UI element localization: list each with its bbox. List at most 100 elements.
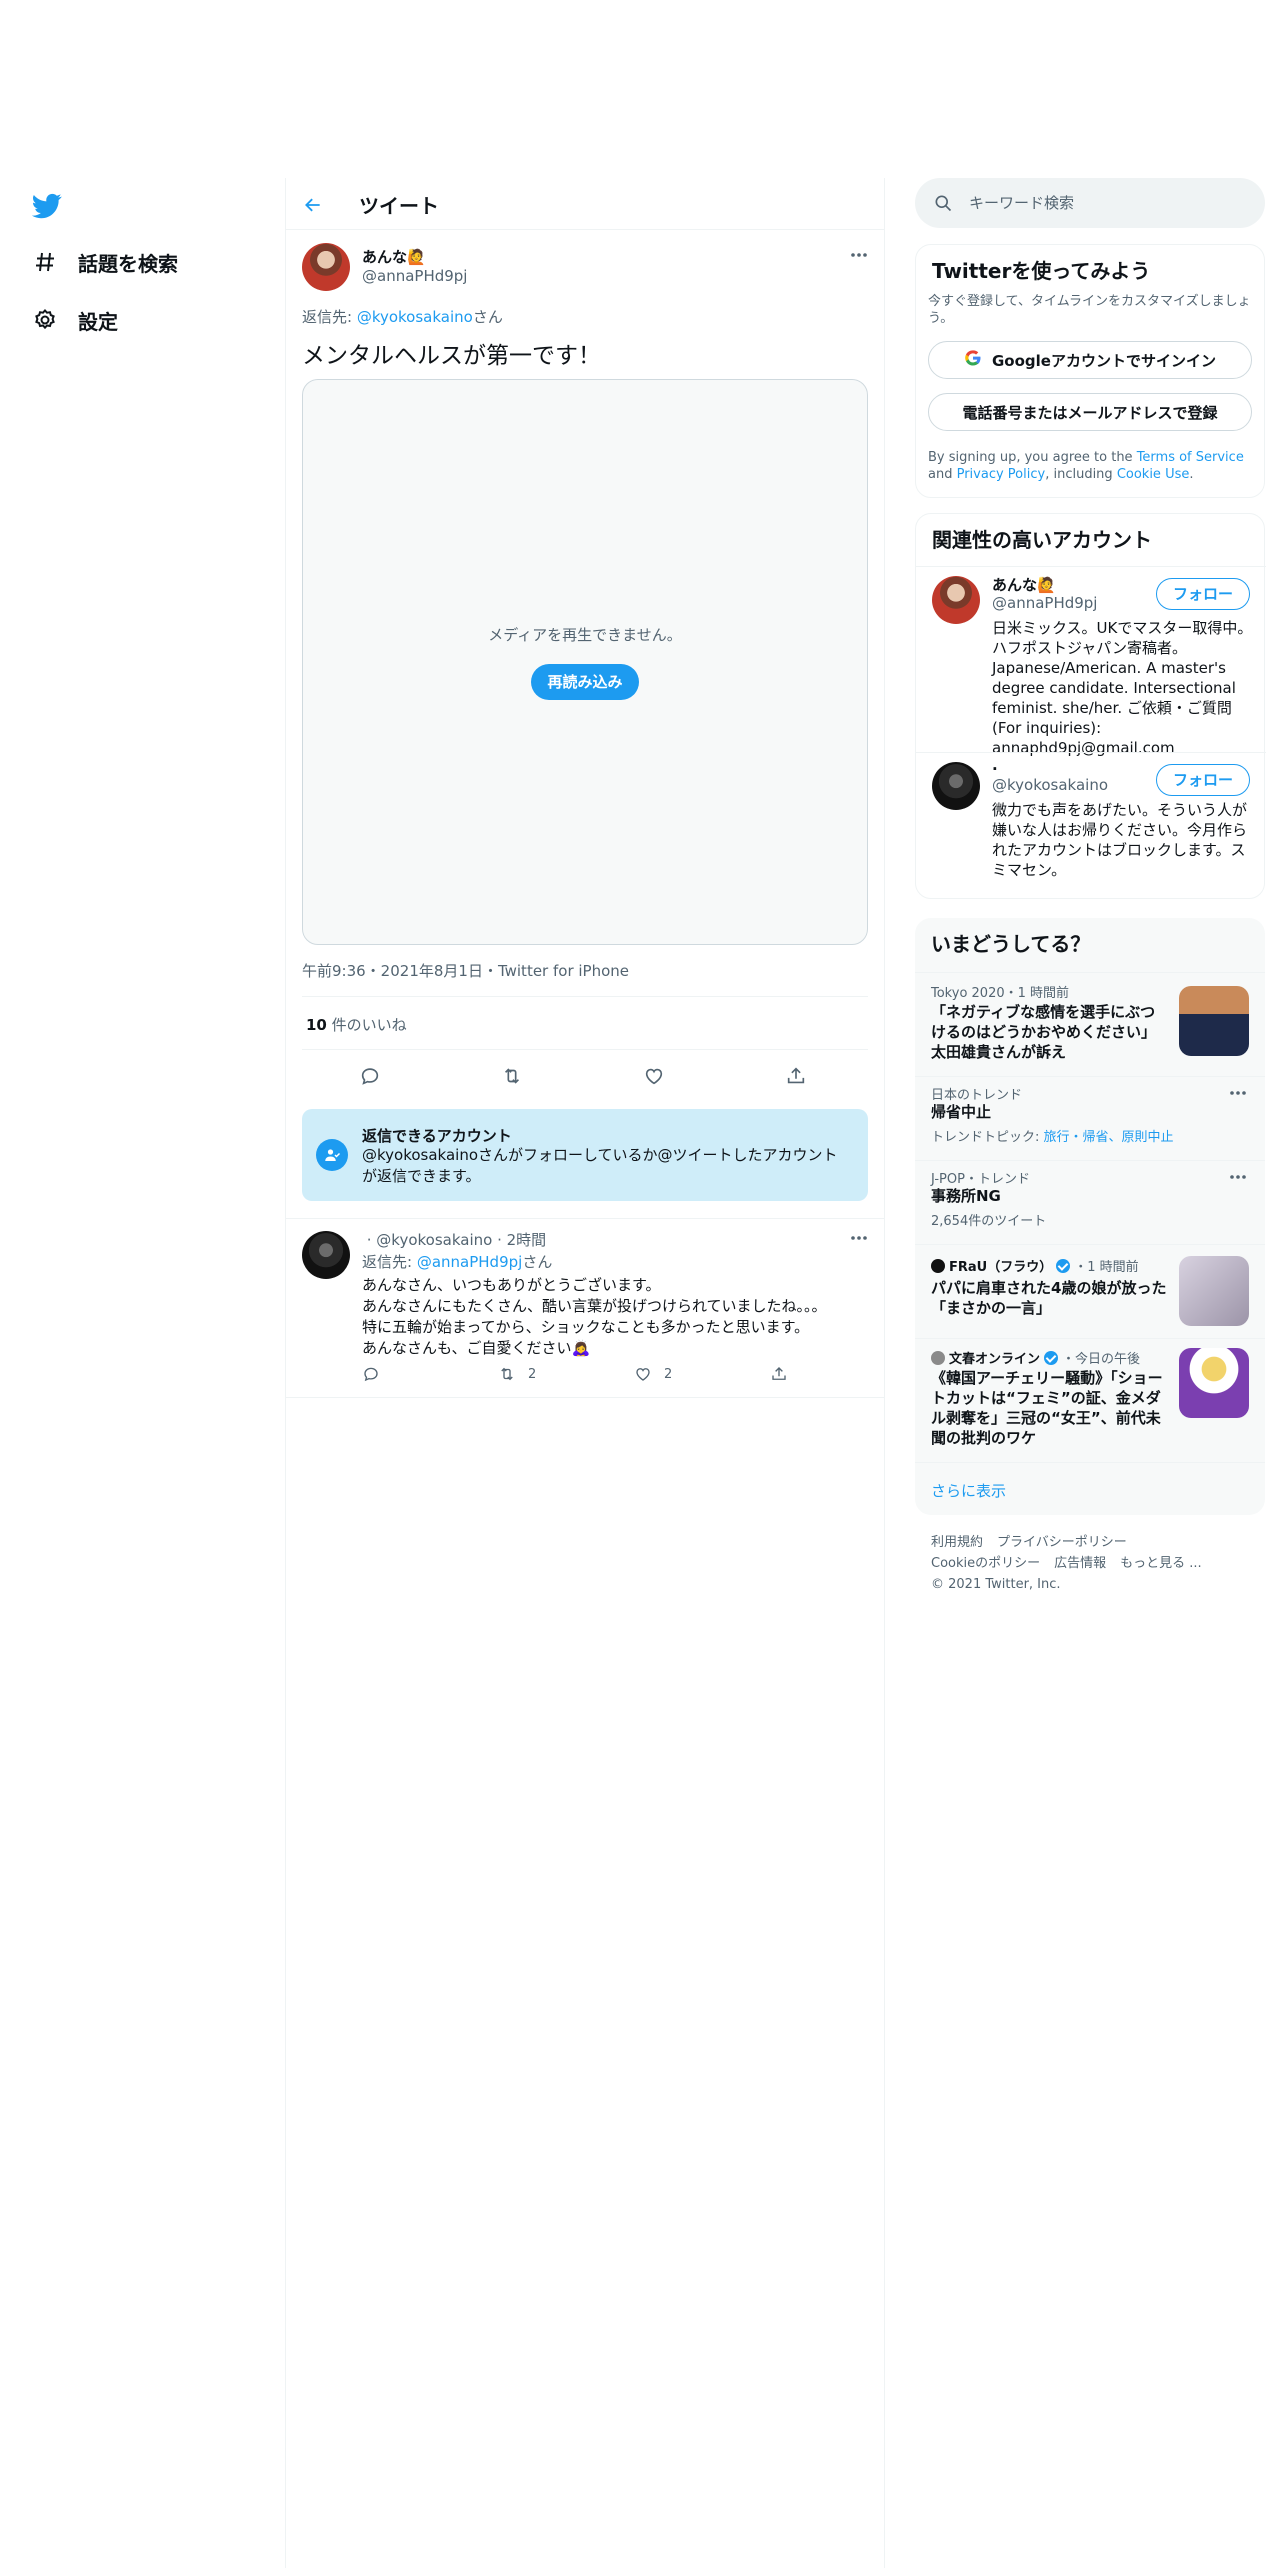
reply-to-link[interactable]: @kyokosakaino: [357, 308, 473, 326]
search-input[interactable]: [969, 178, 1249, 228]
trend-thumbnail: [1179, 986, 1249, 1056]
google-signin-button[interactable]: Googleアカウントでサインイン: [928, 341, 1252, 379]
share-icon[interactable]: [784, 1064, 808, 1088]
footer-link[interactable]: プライバシーポリシー: [997, 1535, 1127, 1550]
more-icon[interactable]: [1227, 1082, 1249, 1104]
like-icon[interactable]: [642, 1064, 666, 1088]
copyright: © 2021 Twitter, Inc.: [931, 1577, 1061, 1592]
footer-link[interactable]: 広告情報: [1054, 1556, 1106, 1571]
trend-title: パパに肩車された4歳の娘が放った「まさかの一言」: [931, 1279, 1167, 1317]
terms-link[interactable]: Terms of Service: [1137, 450, 1244, 465]
trend-title: 帰省中止: [931, 1103, 992, 1121]
trend-topic: トレンドトピック: 旅行・帰省、原則中止: [931, 1126, 1174, 1145]
tweet-author[interactable]: あんな🙋 @annaPHd9pj: [362, 246, 467, 285]
reply-icon[interactable]: [362, 1365, 392, 1383]
reload-button[interactable]: 再読み込み: [531, 664, 639, 700]
legal-part: By signing up, you agree to the: [928, 450, 1137, 465]
trend-meta: Tokyo 2020・1 時間前: [931, 986, 1070, 1001]
account-handle: @annaPHd9pj: [992, 594, 1098, 612]
reply-to-suffix: さん: [472, 308, 503, 326]
trend-item[interactable]: FRaU（フラウ） ・1 時間前 パパに肩車された4歳の娘が放った「まさかの一言」: [915, 1244, 1265, 1338]
trends-card: いまどうしてる？ Tokyo 2020・1 時間前 「ネガティブな感情を選手にぶ…: [915, 918, 1265, 1515]
reply-line: あんなさんも、ご自愛ください🙇‍♀️: [362, 1339, 591, 1357]
tweet-text: メンタルヘルスが第一です！: [302, 343, 601, 369]
trend-meta: 日本のトレンド: [931, 1088, 1023, 1103]
tweet-actions: [302, 1058, 868, 1094]
trend-count: 2,654件のツイート: [931, 1214, 1047, 1229]
gear-icon: [32, 307, 58, 333]
reply-actions: 2 2: [362, 1365, 802, 1389]
avatar[interactable]: [302, 1231, 350, 1279]
trend-item[interactable]: 文春オンライン ・今日の午後 《韓国アーチェリー騒動》「ショートカットは“フェミ”…: [915, 1338, 1265, 1462]
nav-explore[interactable]: 話題を検索: [32, 242, 178, 282]
card-title: Twitterを使ってみよう: [932, 259, 1151, 283]
footer-link[interactable]: 利用規約: [931, 1535, 983, 1550]
account-item[interactable]: あんな🙋 @annaPHd9pj フォロー 日米ミックス。UKでマスター取得中。…: [916, 566, 1266, 757]
reply-to-link[interactable]: @annaPHd9pj: [417, 1253, 522, 1271]
nav-settings[interactable]: 設定: [32, 300, 118, 340]
trend-topic-links[interactable]: 旅行・帰省、原則中止: [1044, 1130, 1174, 1145]
share-icon[interactable]: [770, 1365, 800, 1383]
reply-to-suffix: さん: [522, 1253, 553, 1271]
footer-link[interactable]: Cookieのポリシー: [931, 1556, 1040, 1571]
account-name: あんな🙋: [992, 576, 1056, 594]
likes-number: 10: [306, 1016, 327, 1034]
reply-icon[interactable]: [358, 1064, 382, 1088]
phone-email-signup-button[interactable]: 電話番号またはメールアドレスで登録: [928, 393, 1252, 431]
main-header: ツイート: [286, 178, 884, 230]
search-icon: [933, 193, 953, 217]
divider: [302, 1049, 868, 1050]
trend-item[interactable]: J-POP・トレンド 事務所NG 2,654件のツイート: [915, 1160, 1265, 1244]
avatar[interactable]: [932, 576, 980, 624]
trend-item[interactable]: 日本のトレンド 帰省中止 トレンドトピック: 旅行・帰省、原則中止: [915, 1076, 1265, 1160]
tweet-meta: 午前9:36・2021年8月1日・Twitter for iPhone: [302, 962, 630, 980]
signup-card: Twitterを使ってみよう 今すぐ登録して、タイムラインをカスタマイズしましょ…: [915, 244, 1265, 498]
card-title: いまどうしてる？: [931, 932, 1091, 956]
trend-thumbnail: [1179, 1348, 1249, 1418]
footer-link[interactable]: もっと見る ...: [1120, 1556, 1202, 1571]
footer: 利用規約 プライバシーポリシー Cookieのポリシー 広告情報 もっと見る ... …: [931, 1532, 1216, 1595]
page-title: ツイート: [359, 194, 439, 218]
privacy-link[interactable]: Privacy Policy: [957, 467, 1046, 482]
trend-thumbnail: [1179, 1256, 1249, 1326]
legal-part: and: [928, 467, 957, 482]
more-icon[interactable]: [848, 1227, 870, 1249]
trend-item[interactable]: Tokyo 2020・1 時間前 「ネガティブな感情を選手にぶつけるのはどうかお…: [915, 972, 1265, 1076]
retweet-icon[interactable]: [500, 1064, 524, 1088]
like-button[interactable]: 2: [634, 1365, 672, 1383]
reply-tweet[interactable]: ​ · @kyokosakaino · 2時間 返信先: @annaPHd9pj…: [286, 1218, 884, 1398]
likes-count[interactable]: 10 件のいいね: [306, 1014, 407, 1035]
follow-button[interactable]: フォロー: [1156, 764, 1250, 796]
reply-line: あんなさんにもたくさん、酷い言葉が投げつけられていましたね。。。: [362, 1297, 827, 1315]
cookie-link[interactable]: Cookie Use: [1117, 467, 1190, 482]
verified-icon: [1044, 1350, 1059, 1365]
trend-time: ・今日の午後: [1062, 1352, 1141, 1367]
show-more-link[interactable]: さらに表示: [931, 1480, 1006, 1501]
trend-title: 《韓国アーチェリー騒動》「ショートカットは“フェミ”の証、金メダル剥奪を」三冠の…: [931, 1369, 1163, 1447]
google-signin-label: Googleアカウントでサインイン: [992, 351, 1216, 370]
reply-text: あんなさん、いつもありがとうございます。 あんなさんにもたくさん、酷い言葉が投げ…: [362, 1275, 827, 1359]
avatar[interactable]: [302, 243, 350, 291]
more-icon[interactable]: [1227, 1166, 1249, 1188]
nav-settings-label: 設定: [78, 309, 118, 334]
reply-to-prefix: 返信先:: [302, 308, 357, 326]
user-check-icon: [316, 1139, 348, 1171]
media-error-message: メディアを再生できません。: [488, 626, 682, 644]
nav-explore-label: 話題を検索: [78, 251, 178, 276]
like-icon: [636, 1368, 650, 1381]
account-name: .: [992, 756, 998, 774]
retweet-button[interactable]: 2: [498, 1365, 536, 1383]
trend-meta: J-POP・トレンド: [931, 1172, 1030, 1187]
account-item[interactable]: . @kyokosakaino フォロー 微力でも声をあげたい。そういう人が嫌い…: [916, 752, 1266, 900]
card-title: 関連性の高いアカウント: [932, 528, 1152, 552]
follow-button[interactable]: フォロー: [1156, 578, 1250, 610]
twitter-bird-icon[interactable]: [31, 190, 62, 220]
google-icon: [964, 349, 982, 371]
avatar[interactable]: [932, 762, 980, 810]
more-icon[interactable]: [848, 244, 870, 266]
author-name: あんな🙋: [362, 248, 426, 266]
trend-source: 文春オンライン: [949, 1352, 1041, 1367]
trend-topic-prefix: トレンドトピック:: [931, 1130, 1044, 1145]
like-count: 2: [664, 1366, 673, 1382]
back-arrow-icon[interactable]: [300, 192, 326, 218]
